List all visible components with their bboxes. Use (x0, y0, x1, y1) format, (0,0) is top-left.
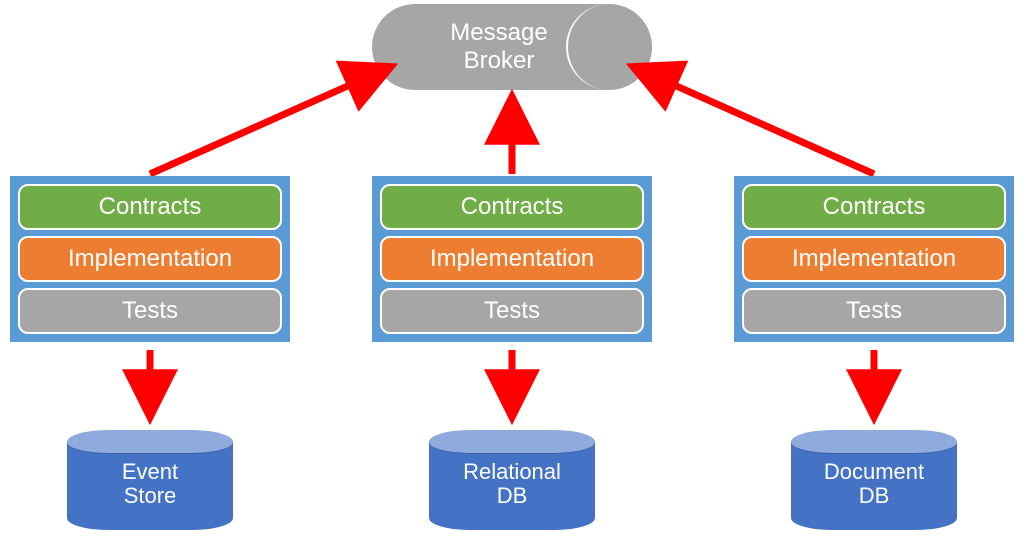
service-card-right: Contracts Implementation Tests (734, 176, 1014, 342)
db-label-line1: Relational (463, 459, 561, 484)
db-label: Relational DB (429, 430, 595, 530)
implementation-row: Implementation (742, 236, 1006, 282)
tests-row: Tests (742, 288, 1006, 334)
broker-label: Message Broker (450, 19, 573, 74)
message-broker: Message Broker (372, 4, 652, 90)
broker-label-line2: Broker (464, 47, 535, 74)
tests-row: Tests (18, 288, 282, 334)
architecture-diagram: { "broker": { "line1": "Message", "line2… (0, 0, 1024, 547)
service-card-middle: Contracts Implementation Tests (372, 176, 652, 342)
db-label-line1: Event (122, 459, 178, 484)
broker-label-line1: Message (450, 19, 547, 46)
db-document: Document DB (791, 430, 957, 530)
implementation-row: Implementation (380, 236, 644, 282)
db-label-line2: Store (124, 483, 177, 508)
arrow-right-to-broker (636, 68, 874, 174)
db-label: Event Store (67, 430, 233, 530)
contracts-row: Contracts (742, 184, 1006, 230)
tests-row: Tests (380, 288, 644, 334)
db-label-line1: Document (824, 459, 924, 484)
contracts-row: Contracts (18, 184, 282, 230)
db-relational: Relational DB (429, 430, 595, 530)
db-label-line2: DB (497, 483, 528, 508)
db-label-line2: DB (859, 483, 890, 508)
service-card-left: Contracts Implementation Tests (10, 176, 290, 342)
contracts-row: Contracts (380, 184, 644, 230)
db-label: Document DB (791, 430, 957, 530)
arrow-left-to-broker (150, 68, 388, 174)
broker-endcap-icon (566, 4, 652, 90)
db-event-store: Event Store (67, 430, 233, 530)
implementation-row: Implementation (18, 236, 282, 282)
